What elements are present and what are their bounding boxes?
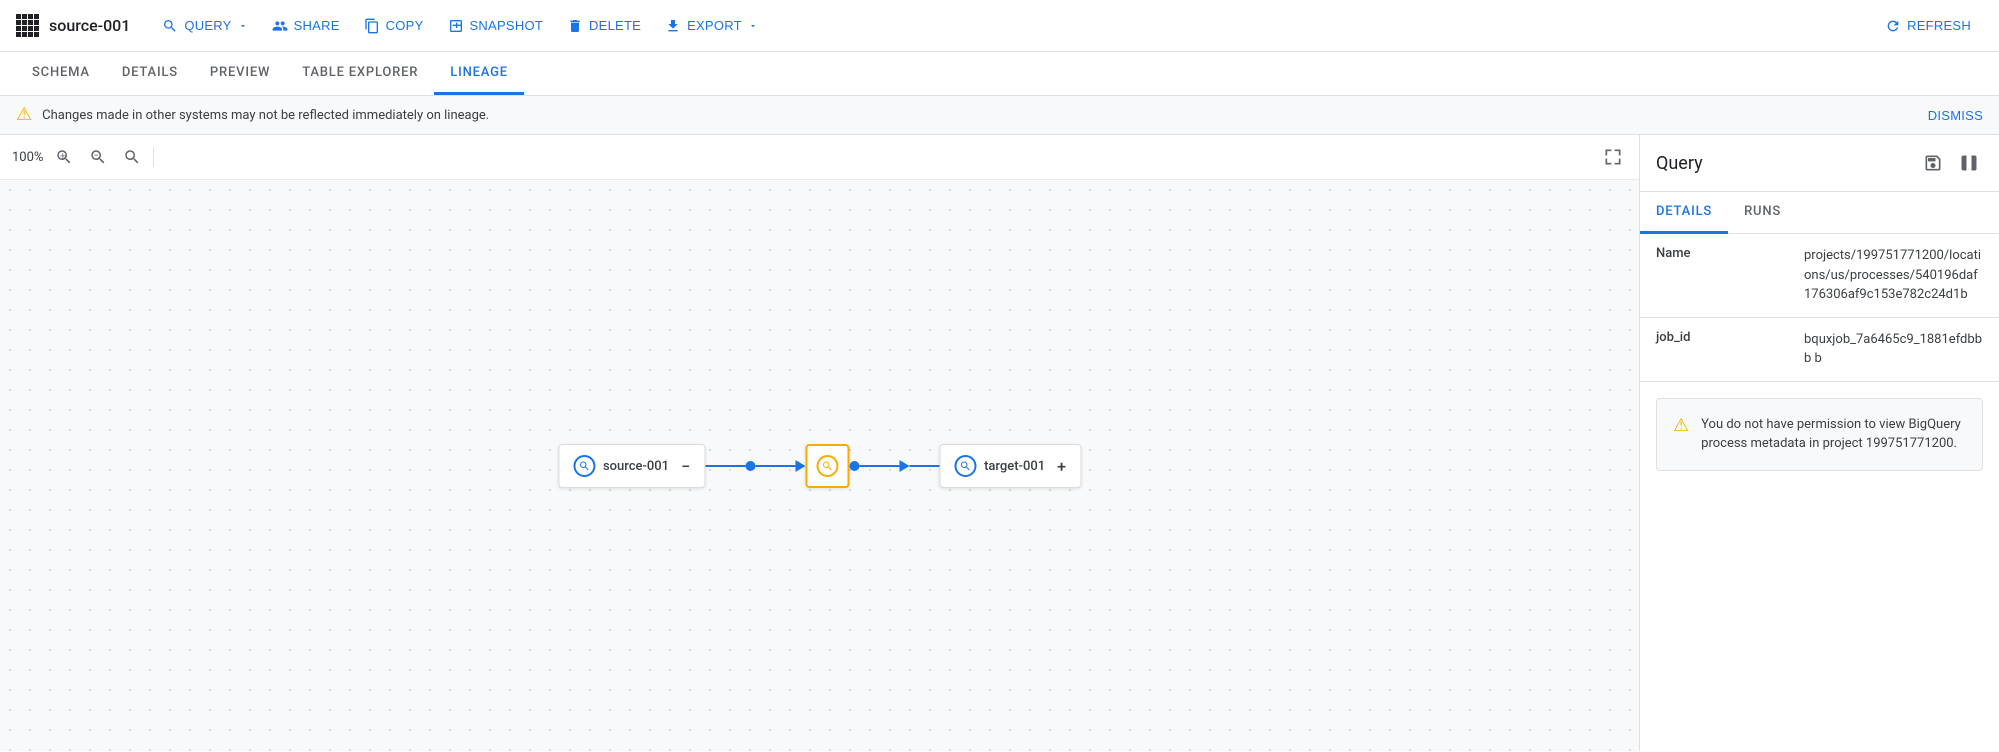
canvas-toolbar: 100% bbox=[0, 135, 1639, 180]
snapshot-button[interactable]: SNAPSHOT bbox=[436, 12, 556, 40]
panel-close-button[interactable] bbox=[1955, 149, 1983, 177]
permission-warning-icon: ⚠ bbox=[1673, 415, 1689, 436]
panel-title: Query bbox=[1656, 153, 1703, 174]
source-node-icon bbox=[573, 455, 595, 477]
export-button[interactable]: EXPORT bbox=[653, 12, 770, 40]
connector-dot-right bbox=[849, 461, 859, 471]
permission-warning-text: You do not have permission to view BigQu… bbox=[1701, 415, 1966, 454]
tab-table-explorer[interactable]: TABLE EXPLORER bbox=[286, 53, 434, 95]
panel-content: Name projects/199751771200/locations/us/… bbox=[1640, 234, 1999, 751]
line-source bbox=[705, 465, 745, 467]
detail-row-name: Name projects/199751771200/locations/us/… bbox=[1640, 234, 1999, 318]
target-node[interactable]: target-001 + bbox=[939, 444, 1081, 488]
warning-text: Changes made in other systems may not be… bbox=[42, 108, 489, 123]
toolbar-actions: QUERY SHARE COPY SNAPSHOT DELETE EXPORT bbox=[150, 12, 1869, 40]
line-target2 bbox=[909, 465, 939, 467]
target-node-label: target-001 bbox=[984, 459, 1045, 474]
grid-icon bbox=[16, 14, 39, 37]
canvas-divider bbox=[153, 147, 154, 167]
share-button[interactable]: SHARE bbox=[260, 12, 352, 40]
tab-lineage[interactable]: LINEAGE bbox=[434, 53, 524, 95]
source-node-minus[interactable]: − bbox=[681, 457, 690, 476]
connector-source-process bbox=[705, 460, 805, 472]
top-bar: source-001 QUERY SHARE COPY SNAPSHOT DEL… bbox=[0, 0, 1999, 52]
tab-bar: SCHEMA DETAILS PREVIEW TABLE EXPLORER LI… bbox=[0, 52, 1999, 96]
job-id-value: bquxjob_7a6465c9_1881efdbbb b bbox=[1804, 330, 1983, 369]
connector-dot-left bbox=[745, 461, 755, 471]
warning-icon: ⚠ bbox=[16, 106, 32, 124]
panel-tabs: DETAILS RUNS bbox=[1640, 192, 1999, 234]
canvas-diagram[interactable]: source-001 − bbox=[0, 180, 1639, 751]
fit-view-button[interactable] bbox=[1599, 143, 1627, 171]
panel-header: Query bbox=[1640, 135, 1999, 192]
tab-schema[interactable]: SCHEMA bbox=[16, 53, 106, 95]
source-node-label: source-001 bbox=[603, 459, 669, 474]
arrow-to-target bbox=[899, 460, 909, 472]
delete-button[interactable]: DELETE bbox=[555, 12, 653, 40]
canvas-area: 100% source- bbox=[0, 135, 1639, 751]
query-button[interactable]: QUERY bbox=[150, 12, 259, 40]
job-id-label: job_id bbox=[1656, 330, 1796, 369]
panel-save-button[interactable] bbox=[1919, 149, 1947, 177]
dismiss-button[interactable]: DISMISS bbox=[1928, 108, 1983, 123]
arrow-to-process bbox=[795, 460, 805, 472]
connector-process-target bbox=[849, 460, 939, 472]
name-label: Name bbox=[1656, 246, 1796, 305]
panel-actions bbox=[1919, 149, 1983, 177]
zoom-in-button[interactable] bbox=[51, 144, 77, 170]
source-node[interactable]: source-001 − bbox=[558, 444, 705, 488]
process-node-icon bbox=[816, 455, 838, 477]
zoom-out-button[interactable] bbox=[85, 144, 111, 170]
panel-tab-runs[interactable]: RUNS bbox=[1728, 192, 1797, 234]
process-node[interactable] bbox=[805, 444, 849, 488]
top-bar-right: REFRESH bbox=[1873, 12, 1983, 40]
line-source2 bbox=[755, 465, 795, 467]
panel-tab-details[interactable]: DETAILS bbox=[1640, 192, 1728, 234]
copy-button[interactable]: COPY bbox=[352, 12, 436, 40]
warning-banner: ⚠ Changes made in other systems may not … bbox=[0, 96, 1999, 135]
lineage-container: source-001 − bbox=[558, 444, 1081, 488]
permission-warning: ⚠ You do not have permission to view Big… bbox=[1656, 398, 1983, 471]
refresh-button[interactable]: REFRESH bbox=[1873, 12, 1983, 40]
line-target1 bbox=[859, 465, 899, 467]
target-node-plus[interactable]: + bbox=[1057, 457, 1066, 476]
reset-zoom-button[interactable] bbox=[119, 144, 145, 170]
right-panel: Query DETAILS RUNS Name projects/1997517… bbox=[1639, 135, 1999, 751]
warning-left: ⚠ Changes made in other systems may not … bbox=[16, 106, 489, 124]
name-value: projects/199751771200/locations/us/proce… bbox=[1804, 246, 1983, 305]
detail-row-job-id: job_id bquxjob_7a6465c9_1881efdbbb b bbox=[1640, 318, 1999, 382]
title-text: source-001 bbox=[49, 16, 130, 35]
main-content: 100% source- bbox=[0, 135, 1999, 751]
tab-details[interactable]: DETAILS bbox=[106, 53, 194, 95]
zoom-level: 100% bbox=[12, 150, 43, 165]
tab-preview[interactable]: PREVIEW bbox=[194, 53, 286, 95]
target-node-icon bbox=[954, 455, 976, 477]
page-title: source-001 bbox=[16, 14, 130, 37]
